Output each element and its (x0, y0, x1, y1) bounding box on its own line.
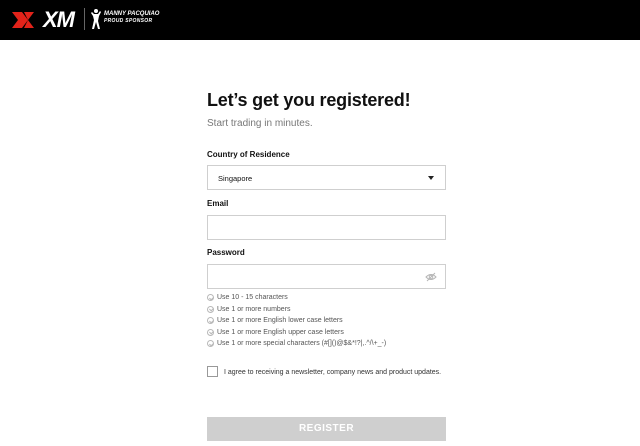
xm-logo[interactable]: XM (12, 7, 75, 33)
password-rule: Use 1 or more special characters (#[]()@… (207, 340, 386, 347)
newsletter-label: I agree to receiving a newsletter, compa… (224, 369, 442, 376)
logo-text: XM (43, 7, 75, 32)
top-bar: XM MANNY PACQUIAO PROUD SPONSOR (0, 0, 640, 40)
boxer-silhouette-icon (91, 9, 101, 29)
country-select-value: Singapore (218, 174, 253, 183)
xm-logo-mark-icon (12, 12, 34, 28)
caret-down-icon (428, 176, 434, 180)
check-circle-icon (207, 305, 214, 313)
password-rule: Use 1 or more numbers (207, 305, 291, 313)
password-rule-text: Use 1 or more numbers (217, 305, 291, 313)
password-rule: Use 10 - 15 characters (207, 294, 288, 301)
email-field[interactable] (208, 216, 445, 239)
country-select[interactable]: Singapore (207, 165, 446, 190)
country-label: Country of Residence (207, 150, 290, 159)
email-field-wrapper (207, 215, 446, 240)
password-rule-text: Use 1 or more English upper case letters (217, 328, 344, 336)
check-circle-icon (207, 317, 214, 324)
password-field-wrapper (207, 264, 446, 289)
password-label: Password (207, 248, 245, 257)
register-button[interactable]: REGISTER (207, 417, 446, 441)
header-divider (84, 8, 85, 30)
password-rule-text: Use 1 or more English lower case letters (217, 317, 343, 324)
password-rule-text: Use 10 - 15 characters (217, 294, 288, 301)
password-rule-text: Use 1 or more special characters (#[]()@… (217, 340, 387, 347)
check-circle-icon (207, 328, 214, 336)
password-rule: Use 1 or more English upper case letters (207, 328, 344, 336)
email-label: Email (207, 199, 229, 208)
sponsor-tagline: PROUD SPONSOR (104, 18, 153, 24)
sponsor-text: MANNY PACQUIAO PROUD SPONSOR (104, 11, 159, 24)
newsletter-checkbox[interactable] (207, 366, 218, 377)
sponsor-name: MANNY PACQUIAO (104, 11, 160, 17)
page-subtitle: Start trading in minutes. (207, 118, 313, 129)
check-circle-icon (207, 294, 214, 301)
page-title: Let’s get you registered! (207, 90, 411, 110)
password-field[interactable] (208, 265, 445, 288)
eye-slash-icon[interactable] (425, 272, 437, 282)
password-rule: Use 1 or more English lower case letters (207, 317, 343, 324)
check-circle-icon (207, 340, 214, 347)
